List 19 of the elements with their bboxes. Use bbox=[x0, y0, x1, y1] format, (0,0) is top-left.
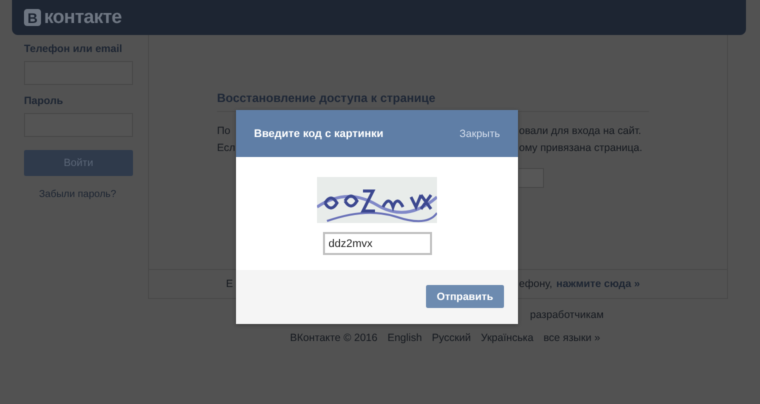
footer-link[interactable]: разработчикам bbox=[530, 309, 604, 323]
language-link[interactable]: Українська bbox=[480, 332, 534, 344]
paragraph-text: ому привязана страница. bbox=[519, 142, 642, 154]
language-link[interactable]: все языки » bbox=[543, 332, 600, 344]
paragraph-text: По bbox=[217, 124, 230, 136]
language-link[interactable]: Русский bbox=[432, 332, 471, 344]
submit-button[interactable]: Отправить bbox=[426, 285, 504, 308]
info-text: Е bbox=[226, 278, 234, 290]
copyright-text: ВКонтакте © 2016 bbox=[290, 332, 378, 344]
logo-letter[interactable]: В bbox=[24, 9, 41, 26]
captcha-input-field[interactable]: ddz2mvx bbox=[322, 232, 432, 255]
info-text: ефону, bbox=[519, 278, 552, 290]
paragraph-text: овали для входа на сайт. bbox=[519, 124, 642, 136]
close-link[interactable]: Закрыть bbox=[460, 128, 500, 140]
dialog-title: Введите код с картинки bbox=[254, 128, 384, 140]
paragraph-text: Есл bbox=[217, 142, 236, 154]
input-field[interactable] bbox=[519, 168, 544, 188]
logo-text[interactable]: контакте bbox=[44, 6, 122, 28]
language-link[interactable]: English bbox=[387, 332, 422, 344]
